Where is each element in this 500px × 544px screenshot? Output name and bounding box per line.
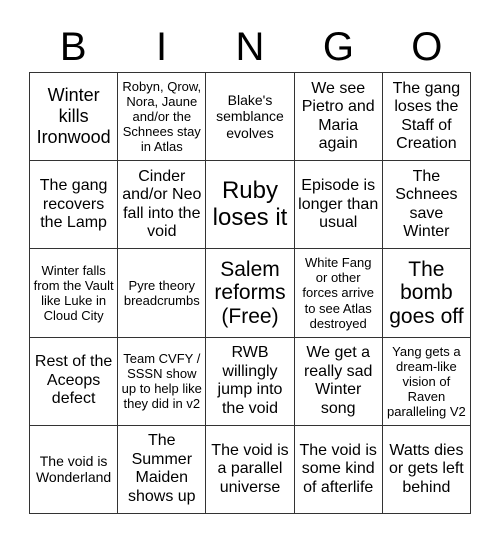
bingo-cell[interactable]: The gang recovers the Lamp (30, 161, 119, 250)
header-letter-g: G (322, 25, 354, 69)
bingo-cell[interactable]: Team CVFY / SSSN show up to help like th… (118, 337, 207, 426)
bingo-cell[interactable]: The void is a parallel universe (206, 425, 295, 514)
bingo-card: Winter kills Ironwood Robyn, Qrow, Nora,… (29, 72, 471, 514)
bingo-cell[interactable]: Ruby loses it (206, 161, 295, 250)
bingo-cell[interactable]: White Fang or other forces arrive to see… (294, 249, 383, 338)
header-letter-i: I (156, 25, 168, 69)
header-letter-n: N (235, 25, 265, 69)
bingo-cell[interactable]: The gang loses the Staff of Creation (382, 73, 471, 162)
bingo-cell[interactable]: Blake's semblance evolves (206, 73, 295, 162)
header-letter-o: O (411, 25, 443, 69)
bingo-cell[interactable]: Rest of the Aceops defect (30, 337, 119, 426)
bingo-cell[interactable]: Watts dies or gets left behind (382, 425, 471, 514)
bingo-cell[interactable]: The Schnees save Winter (382, 161, 471, 250)
bingo-cell[interactable]: We get a really sad Winter song (294, 337, 383, 426)
bingo-cell[interactable]: RWB willingly jump into the void (206, 337, 295, 426)
bingo-cell[interactable]: The bomb goes off (382, 249, 471, 338)
bingo-cell-free[interactable]: Salem reforms (Free) (206, 249, 295, 338)
bingo-cell[interactable]: The Summer Maiden shows up (118, 425, 207, 514)
bingo-cell[interactable]: Pyre theory breadcrumbs (118, 249, 207, 338)
bingo-cell[interactable]: Winter kills Ironwood (30, 73, 119, 162)
bingo-header: B I N G O (29, 22, 471, 72)
bingo-cell[interactable]: Episode is longer than usual (294, 161, 383, 250)
header-letter-b: B (59, 25, 87, 69)
bingo-cell[interactable]: The void is Wonderland (30, 425, 119, 514)
bingo-cell[interactable]: Cinder and/or Neo fall into the void (118, 161, 207, 250)
bingo-cell[interactable]: Robyn, Qrow, Nora, Jaune and/or the Schn… (118, 73, 207, 162)
bingo-cell[interactable]: The void is some kind of afterlife (294, 425, 383, 514)
bingo-cell[interactable]: We see Pietro and Maria again (294, 73, 383, 162)
bingo-cell[interactable]: Winter falls from the Vault like Luke in… (30, 249, 119, 338)
bingo-cell[interactable]: Yang gets a dream-like vision of Raven p… (382, 337, 471, 426)
